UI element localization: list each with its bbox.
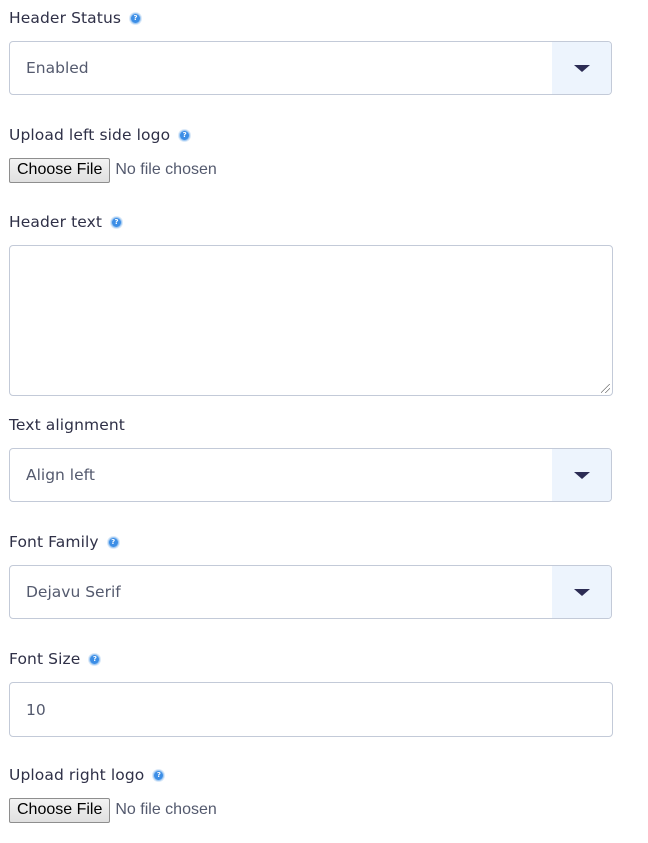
font-family-label: Font Family	[9, 533, 99, 551]
upload-left-logo-file-input[interactable]: Choose File No file chosen	[9, 157, 217, 183]
caret-down-icon	[573, 471, 590, 479]
help-circle-icon[interactable]	[111, 216, 123, 228]
upload-left-logo-label-row: Upload left side logo	[9, 124, 191, 146]
text-alignment-dropdown-toggle[interactable]	[552, 449, 611, 501]
text-alignment-value: Align left	[26, 466, 95, 484]
font-size-value: 10	[26, 700, 46, 719]
text-alignment-select[interactable]: Align left	[9, 448, 612, 502]
font-family-select[interactable]: Dejavu Serif	[9, 565, 612, 619]
help-circle-icon[interactable]	[107, 536, 119, 548]
header-status-dropdown-toggle[interactable]	[552, 42, 611, 94]
header-text-label: Header text	[9, 213, 103, 231]
resize-handle-icon[interactable]	[601, 384, 610, 393]
font-family-dropdown-toggle[interactable]	[552, 566, 611, 618]
file-status-text: No file chosen	[115, 801, 217, 818]
text-alignment-label: Text alignment	[9, 416, 125, 434]
font-family-value: Dejavu Serif	[26, 583, 121, 601]
header-status-select[interactable]: Enabled	[9, 41, 612, 95]
help-circle-icon[interactable]	[153, 769, 165, 781]
font-size-label-row: Font Size	[9, 648, 101, 670]
header-text-label-row: Header text	[9, 211, 123, 233]
help-circle-icon[interactable]	[130, 12, 142, 24]
choose-file-button[interactable]: Choose File	[9, 157, 111, 183]
header-status-value: Enabled	[26, 59, 89, 77]
font-family-label-row: Font Family	[9, 531, 119, 553]
header-status-label-row: Header Status	[9, 7, 142, 29]
caret-down-icon	[573, 588, 590, 596]
text-alignment-label-row: Text alignment	[9, 414, 125, 436]
choose-file-button[interactable]: Choose File	[9, 797, 111, 823]
upload-right-logo-label-row: Upload right logo	[9, 764, 165, 786]
file-status-text: No file chosen	[115, 161, 217, 178]
help-circle-icon[interactable]	[179, 129, 191, 141]
font-size-input[interactable]: 10	[9, 682, 613, 737]
caret-down-icon	[573, 64, 590, 72]
header-text-textarea[interactable]	[9, 245, 613, 396]
help-circle-icon[interactable]	[89, 653, 101, 665]
upload-left-logo-label: Upload left side logo	[9, 126, 171, 144]
upload-right-logo-label: Upload right logo	[9, 766, 145, 784]
header-status-label: Header Status	[9, 9, 122, 27]
font-size-label: Font Size	[9, 650, 81, 668]
upload-right-logo-file-input[interactable]: Choose File No file chosen	[9, 797, 217, 823]
